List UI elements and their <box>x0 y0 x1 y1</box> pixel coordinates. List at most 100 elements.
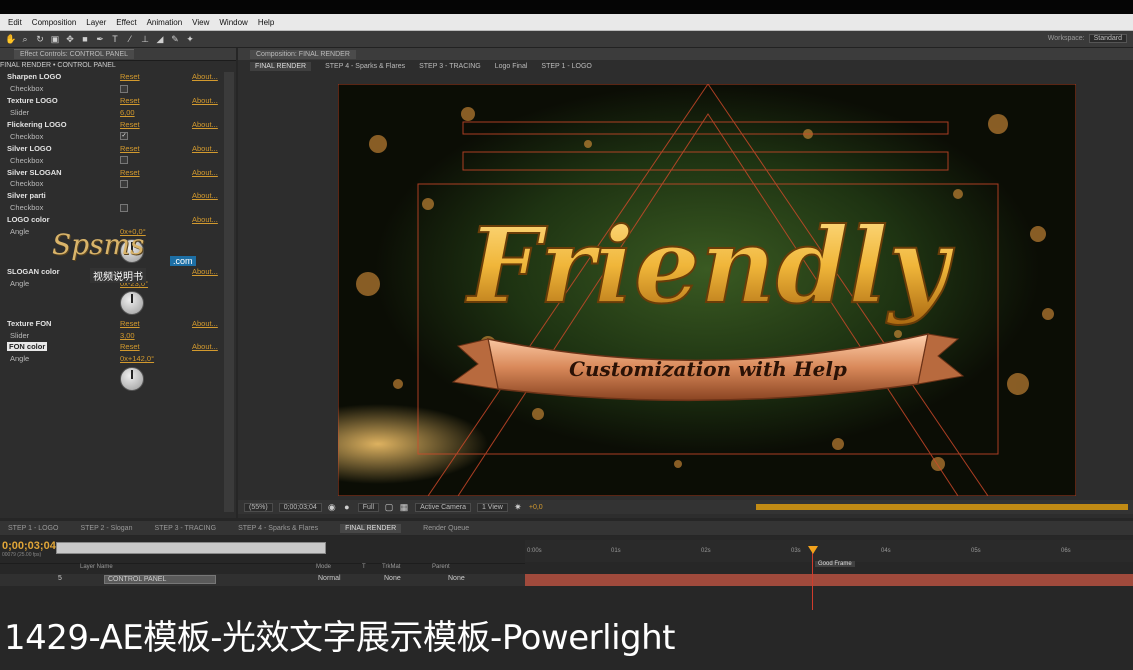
eraser-tool-icon[interactable]: ◢ <box>155 34 165 44</box>
checkbox[interactable]: ✓ <box>120 132 128 141</box>
menu-help[interactable]: Help <box>258 18 274 27</box>
pan-behind-tool-icon[interactable]: ✥ <box>65 34 75 44</box>
effect-param-row[interactable]: Checkbox <box>0 154 234 166</box>
time-ruler[interactable]: 0:00s 01s 02s 03s 04s 05s 06s <box>525 540 1133 562</box>
menu-animation[interactable]: Animation <box>147 18 183 27</box>
composition-tab[interactable]: Composition: FINAL RENDER <box>250 49 356 59</box>
view-layout-dropdown[interactable]: 1 View <box>476 502 508 512</box>
pen-tool-icon[interactable]: ✒ <box>95 34 105 44</box>
menu-composition[interactable]: Composition <box>32 18 76 27</box>
current-time-indicator[interactable] <box>812 548 813 610</box>
crumb-step4[interactable]: STEP 4 - Sparks & Flares <box>325 63 405 70</box>
about-link[interactable]: About... <box>192 191 218 200</box>
hand-tool-icon[interactable]: ✋ <box>5 34 16 44</box>
mask-tool-icon[interactable]: ■ <box>80 34 90 44</box>
param-value[interactable]: 6,00 <box>120 108 135 117</box>
layer-mode[interactable]: Normal <box>318 575 341 582</box>
camera-tool-icon[interactable]: ▣ <box>50 34 60 44</box>
tab-render-queue[interactable]: Render Queue <box>423 525 469 532</box>
resolution-dropdown[interactable]: Full <box>357 502 380 512</box>
zoom-tool-icon[interactable]: ⌕ <box>20 34 30 44</box>
checkbox[interactable] <box>120 84 128 93</box>
layer-trkmat[interactable]: None <box>384 575 401 582</box>
timeline-timecode[interactable]: 0;00;03;04 <box>2 540 56 552</box>
reset-link[interactable]: Reset <box>120 72 140 81</box>
about-link[interactable]: About... <box>192 319 218 328</box>
col-parent[interactable]: Parent <box>432 564 450 570</box>
about-link[interactable]: About... <box>192 72 218 81</box>
effect-group-row[interactable]: LOGO color About... <box>0 214 234 226</box>
reset-link[interactable]: Reset <box>120 342 140 351</box>
about-link[interactable]: About... <box>192 342 218 351</box>
effect-group-row[interactable]: Sharpen LOGO Reset About... <box>0 71 234 83</box>
color-channel-icon[interactable]: ● <box>342 502 352 512</box>
reset-link[interactable]: Reset <box>120 319 140 328</box>
layer-name[interactable]: CONTROL PANEL <box>104 575 216 584</box>
transparency-grid-icon[interactable]: ▦ <box>399 502 409 512</box>
workspace-dropdown[interactable]: Standard <box>1088 34 1127 43</box>
effect-group-row[interactable]: Flickering LOGO Reset About... <box>0 119 234 131</box>
tab-step4-sparks[interactable]: STEP 4 - Sparks & Flares <box>238 525 318 532</box>
effect-group-row[interactable]: Silver LOGO Reset About... <box>0 142 234 154</box>
effect-group-row[interactable]: Texture FON Reset About... <box>0 317 234 329</box>
crumb-step3[interactable]: STEP 3 - TRACING <box>419 63 481 70</box>
col-layer-name[interactable]: Layer Name <box>80 564 113 570</box>
effect-group-row[interactable]: Texture LOGO Reset About... <box>0 95 234 107</box>
about-link[interactable]: About... <box>192 120 218 129</box>
reset-link[interactable]: Reset <box>120 96 140 105</box>
effect-controls-scrollbar[interactable] <box>224 72 234 512</box>
about-link[interactable]: About... <box>192 144 218 153</box>
camera-dropdown[interactable]: Active Camera <box>415 502 471 512</box>
effect-group-row[interactable]: FON color Reset About... <box>0 341 234 353</box>
effect-controls-tab[interactable]: Effect Controls: CONTROL PANEL <box>14 49 135 59</box>
checkbox[interactable] <box>120 203 128 212</box>
effect-param-row[interactable]: Checkbox ✓ <box>0 130 234 142</box>
about-link[interactable]: About... <box>192 215 218 224</box>
effect-param-row[interactable]: Checkbox <box>0 178 234 190</box>
reset-link[interactable]: Reset <box>120 144 140 153</box>
current-time-field[interactable]: 0;00;03;04 <box>278 502 322 512</box>
snapshot-icon[interactable]: ◉ <box>327 502 337 512</box>
crumb-logo-final[interactable]: Logo Final <box>495 63 528 70</box>
layer-parent[interactable]: None <box>448 575 465 582</box>
menu-window[interactable]: Window <box>219 18 247 27</box>
brush-tool-icon[interactable]: ⁄ <box>125 34 135 44</box>
tab-final-render[interactable]: FINAL RENDER <box>340 523 402 533</box>
roto-brush-icon[interactable]: ✎ <box>170 34 180 44</box>
col-mode[interactable]: Mode <box>316 564 331 570</box>
menu-view[interactable]: View <box>192 18 209 27</box>
layer-duration-bar[interactable] <box>525 574 1133 586</box>
crumb-final-render[interactable]: FINAL RENDER <box>250 62 312 71</box>
checkbox[interactable] <box>120 156 128 165</box>
param-value[interactable]: 3,00 <box>120 331 135 340</box>
zoom-dropdown[interactable]: (55%) <box>244 502 273 512</box>
col-t[interactable]: T <box>362 564 366 570</box>
exposure-offset[interactable]: +0,0 <box>529 504 543 511</box>
menu-effect[interactable]: Effect <box>116 18 136 27</box>
clone-tool-icon[interactable]: ⊥ <box>140 34 150 44</box>
layer-search-input[interactable] <box>56 542 326 554</box>
effect-group-row[interactable]: Silver parti About... <box>0 190 234 202</box>
tab-step2-slogan[interactable]: STEP 2 - Slogan <box>80 525 132 532</box>
region-of-interest-icon[interactable]: ▢ <box>384 502 394 512</box>
fast-preview-icon[interactable]: ✷ <box>513 502 523 512</box>
effect-param-row[interactable]: Angle 0x+142,0° <box>0 353 234 365</box>
effect-param-row[interactable]: Checkbox <box>0 202 234 214</box>
playhead-icon[interactable] <box>808 546 818 554</box>
angle-dial-icon[interactable] <box>120 366 144 391</box>
param-value[interactable]: 0x+142,0° <box>120 354 154 363</box>
about-link[interactable]: About... <box>192 96 218 105</box>
composition-viewer[interactable]: Friendly Customization with Help <box>338 84 1076 496</box>
text-tool-icon[interactable]: T <box>110 34 120 44</box>
puppet-tool-icon[interactable]: ✦ <box>185 34 195 44</box>
menu-layer[interactable]: Layer <box>86 18 106 27</box>
col-trkmat[interactable]: TrkMat <box>382 564 400 570</box>
tab-step3-tracing[interactable]: STEP 3 - TRACING <box>154 525 216 532</box>
about-link[interactable]: About... <box>192 168 218 177</box>
reset-link[interactable]: Reset <box>120 168 140 177</box>
reset-link[interactable]: Reset <box>120 120 140 129</box>
effect-group-row[interactable]: Silver SLOGAN Reset About... <box>0 166 234 178</box>
tab-step1-logo[interactable]: STEP 1 - LOGO <box>8 525 58 532</box>
effect-param-row[interactable]: Slider 3,00 <box>0 329 234 341</box>
about-link[interactable]: About... <box>192 267 218 276</box>
